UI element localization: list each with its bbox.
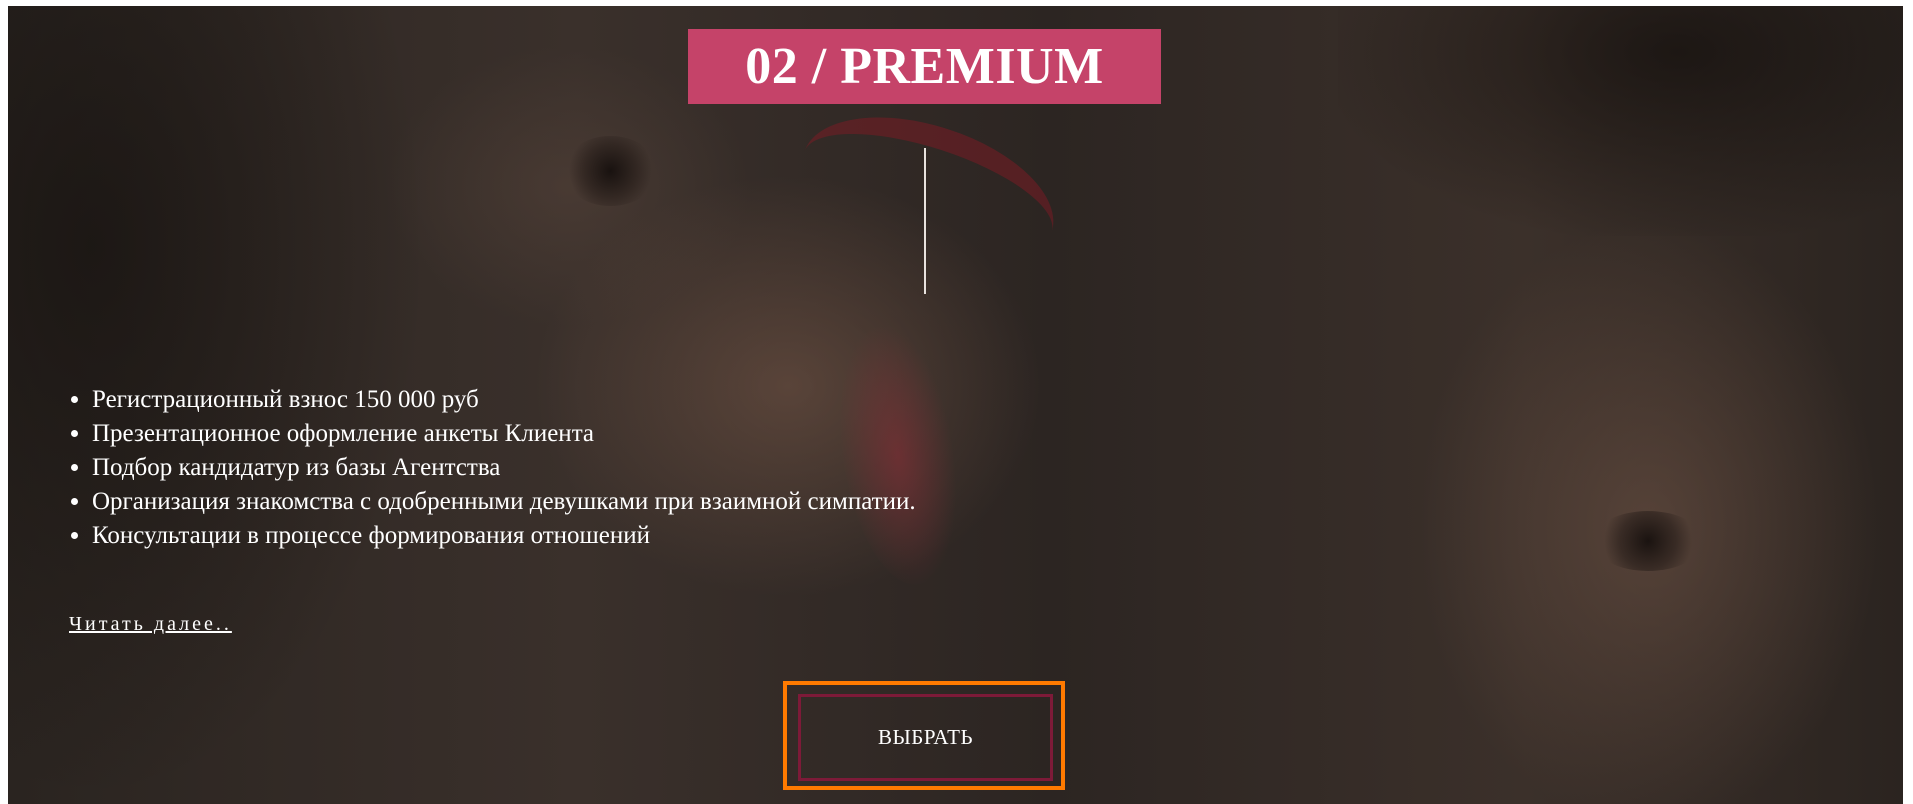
plan-title-badge: 02 / PREMIUM [688, 29, 1161, 104]
list-item: Презентационное оформление анкеты Клиент… [92, 417, 916, 451]
read-more-link[interactable]: Читать далее.. [69, 613, 232, 636]
vertical-divider [924, 148, 926, 294]
background-photo-shade-right [1338, 6, 1903, 236]
background-photo-detail [1593, 511, 1703, 571]
plan-title: 02 / PREMIUM [745, 38, 1104, 95]
background-photo-detail [563, 136, 658, 206]
list-item: Консультации в процессе формирования отн… [92, 519, 916, 553]
list-item: Регистрационный взнос 150 000 руб [92, 383, 916, 417]
choose-button-label: ВЫБРАТЬ [877, 725, 974, 749]
list-item: Подбор кандидатур из базы Агентства [92, 451, 916, 485]
choose-button[interactable]: ВЫБРАТЬ [798, 694, 1053, 781]
background-photo-detail [783, 89, 1073, 295]
list-item: Организация знакомства с одобренными дев… [92, 485, 916, 519]
plan-features-list: Регистрационный взнос 150 000 руб Презен… [58, 383, 916, 553]
